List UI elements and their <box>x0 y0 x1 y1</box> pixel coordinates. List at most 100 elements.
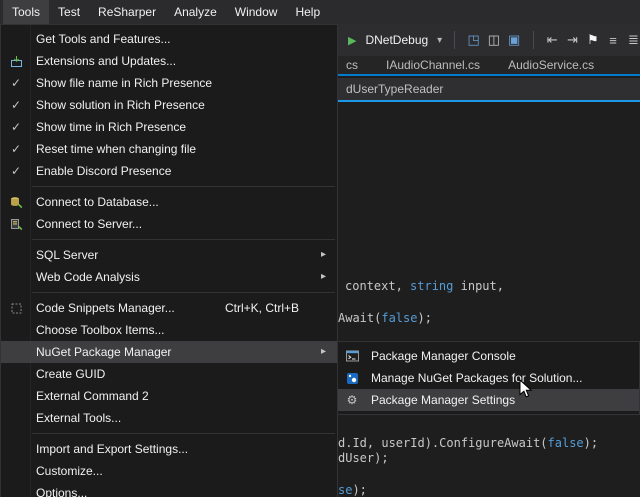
code-text: Await( <box>338 311 381 325</box>
debug-target-dropdown-icon[interactable]: ▾ <box>437 35 442 46</box>
run-icon[interactable]: ▶ <box>348 34 356 47</box>
submenu-arrow-icon: ▸ <box>321 341 326 363</box>
menubar-item-test[interactable]: Test <box>49 0 89 24</box>
menubar-item-help[interactable]: Help <box>286 0 329 24</box>
menu-item-label: Show time in Rich Presence <box>31 120 186 134</box>
code-line: dUser); <box>338 451 389 465</box>
menu-item-label: Enable Discord Presence <box>31 164 171 178</box>
submenu-arrow-icon: ▸ <box>321 244 326 266</box>
vs-window: ▶ DNetDebug ▾ ◳ ◫ ▣ ⇤ ⇥ ⚑ ≡ ≣ cs IAudioC… <box>0 0 640 497</box>
menu-item-options[interactable]: Options... <box>1 482 337 497</box>
code-line: context, string input, <box>345 279 504 293</box>
toolbar-separator <box>454 31 455 49</box>
submenu-item-package-manager-settings[interactable]: ⚙ Package Manager Settings <box>338 389 639 411</box>
debug-target-label[interactable]: DNetDebug <box>363 33 430 47</box>
shift-right-icon[interactable]: ⇥ <box>566 32 579 48</box>
submenu-item-package-manager-console[interactable]: Package Manager Console <box>338 345 639 367</box>
submenu-item-manage-nuget-packages[interactable]: Manage NuGet Packages for Solution... <box>338 367 639 389</box>
checkmark-icon: ✓ <box>1 72 31 94</box>
menu-item-label: Customize... <box>31 464 103 478</box>
menu-item-import-export-settings[interactable]: Import and Export Settings... <box>1 438 337 460</box>
menu-item-enable-discord-presence[interactable]: ✓ Enable Discord Presence <box>1 160 337 182</box>
menu-item-label: Get Tools and Features... <box>31 32 171 46</box>
menu-item-connect-to-server[interactable]: Connect to Server... <box>1 213 337 235</box>
tools-menu: Get Tools and Features... Extensions and… <box>0 24 338 497</box>
submenu-item-label: Package Manager Settings <box>366 393 515 407</box>
menu-item-external-tools[interactable]: External Tools... <box>1 407 337 429</box>
menu-item-label: Options... <box>31 486 87 497</box>
menu-bar: Tools Test ReSharper Analyze Window Help <box>0 0 640 24</box>
shift-left-icon[interactable]: ⇤ <box>546 32 559 48</box>
menubar-item-window[interactable]: Window <box>226 0 287 24</box>
menu-item-get-tools-and-features[interactable]: Get Tools and Features... <box>1 28 337 50</box>
menu-item-extensions-and-updates[interactable]: Extensions and Updates... <box>1 50 337 72</box>
menubar-item-resharper[interactable]: ReSharper <box>89 0 165 24</box>
menu-item-show-solution[interactable]: ✓ Show solution in Rich Presence <box>1 94 337 116</box>
extensions-icon <box>1 55 31 68</box>
navigate-icon[interactable]: ▣ <box>508 32 521 48</box>
menu-item-reset-time[interactable]: ✓ Reset time when changing file <box>1 138 337 160</box>
menu-item-label: Show file name in Rich Presence <box>31 76 212 90</box>
menu-item-label: NuGet Package Manager <box>31 345 171 359</box>
menu-item-label: Choose Toolbox Items... <box>31 323 165 337</box>
menu-item-nuget-package-manager[interactable]: NuGet Package Manager ▸ <box>1 341 337 363</box>
menu-item-web-code-analysis[interactable]: Web Code Analysis ▸ <box>1 266 337 288</box>
menu-item-label: Show solution in Rich Presence <box>31 98 205 112</box>
nuget-submenu: Package Manager Console Manage NuGet Pac… <box>337 341 640 415</box>
code-text: context, <box>345 279 410 293</box>
menu-item-external-command-2[interactable]: External Command 2 <box>1 385 337 407</box>
menu-item-label: External Tools... <box>31 411 121 425</box>
menu-item-code-snippets-manager[interactable]: Code Snippets Manager... Ctrl+K, Ctrl+B <box>1 297 337 319</box>
tab-audioservice[interactable]: AudioService.cs <box>508 58 594 72</box>
server-icon <box>1 218 31 231</box>
nuget-package-icon <box>338 372 366 385</box>
code-keyword: se <box>338 483 352 497</box>
menu-item-label: Extensions and Updates... <box>31 54 176 68</box>
split-window-icon[interactable]: ◫ <box>487 32 500 48</box>
menu-item-choose-toolbox-items[interactable]: Choose Toolbox Items... <box>1 319 337 341</box>
toolbar-separator <box>533 31 534 49</box>
menu-item-label: SQL Server <box>31 248 98 262</box>
menu-item-show-time[interactable]: ✓ Show time in Rich Presence <box>1 116 337 138</box>
menu-item-sql-server[interactable]: SQL Server ▸ <box>1 244 337 266</box>
submenu-item-label: Manage NuGet Packages for Solution... <box>366 371 582 385</box>
menu-item-label: Connect to Database... <box>31 195 159 209</box>
checkmark-icon: ✓ <box>1 94 31 116</box>
menu-item-customize[interactable]: Customize... <box>1 460 337 482</box>
submenu-arrow-icon: ▸ <box>321 266 326 288</box>
code-text: input, <box>453 279 504 293</box>
tab-partial[interactable]: cs <box>346 58 358 72</box>
code-keyword: string <box>410 279 453 293</box>
menu-separator <box>32 186 335 187</box>
menu-item-label: Connect to Server... <box>31 217 142 231</box>
tab-iaudiochannel[interactable]: IAudioChannel.cs <box>386 58 480 72</box>
gear-icon: ⚙ <box>338 389 366 411</box>
menu-item-connect-to-database[interactable]: Connect to Database... <box>1 191 337 213</box>
task-list-icon[interactable]: ≡ <box>606 33 619 48</box>
menu-item-label: External Command 2 <box>31 389 149 403</box>
menubar-item-analyze[interactable]: Analyze <box>165 0 226 24</box>
menu-item-shortcut: Ctrl+K, Ctrl+B <box>225 301 299 315</box>
menu-item-show-file-name[interactable]: ✓ Show file name in Rich Presence <box>1 72 337 94</box>
nav-bar-text[interactable]: dUserTypeReader <box>346 82 443 96</box>
code-text: ); <box>584 436 598 450</box>
code-text: d.Id, userId).ConfigureAwait( <box>338 436 548 450</box>
code-text: ); <box>352 483 366 497</box>
menu-separator <box>32 239 335 240</box>
code-keyword: false <box>548 436 584 450</box>
code-line: d.Id, userId).ConfigureAwait(false); <box>338 436 598 450</box>
menu-list-icon[interactable]: ≣ <box>627 32 640 48</box>
code-keyword: false <box>381 311 417 325</box>
menubar-item-tools[interactable]: Tools <box>3 0 49 24</box>
menu-item-label: Web Code Analysis <box>31 270 140 284</box>
checkmark-icon: ✓ <box>1 138 31 160</box>
menu-separator <box>32 433 335 434</box>
preview-icon[interactable]: ◳ <box>467 32 480 48</box>
code-text: dUser); <box>338 451 389 465</box>
code-text: ); <box>417 311 431 325</box>
bookmark-icon[interactable]: ⚑ <box>586 32 599 48</box>
menu-item-label: Reset time when changing file <box>31 142 196 156</box>
menu-item-create-guid[interactable]: Create GUID <box>1 363 337 385</box>
mouse-cursor <box>519 379 534 403</box>
code-line: se); <box>338 483 367 497</box>
